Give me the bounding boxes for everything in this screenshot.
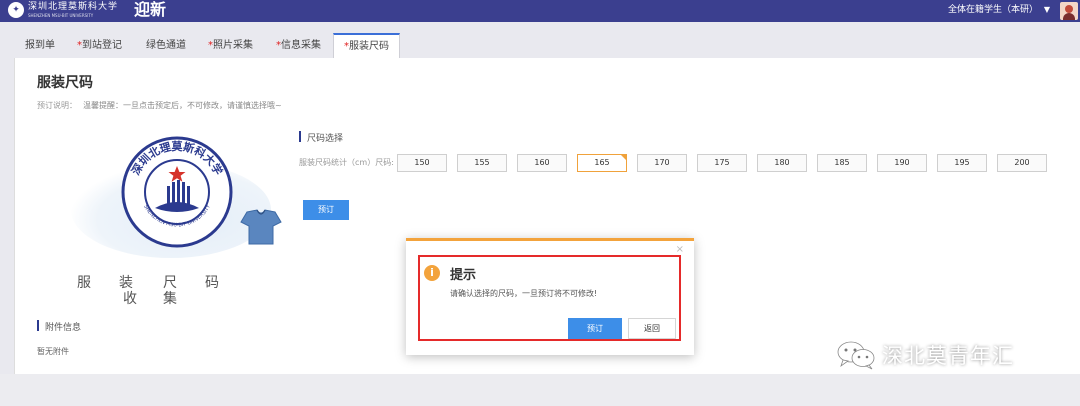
size-option-180[interactable]: 180: [757, 154, 807, 172]
size-option-170[interactable]: 170: [637, 154, 687, 172]
shirt-icon: [240, 209, 282, 245]
attachments-section-marker: [37, 320, 39, 331]
tab-clothing-size[interactable]: *服装尺码: [333, 33, 400, 60]
back-button[interactable]: 返回: [628, 318, 676, 339]
size-section-label: 尺码选择: [307, 134, 344, 144]
size-option-185[interactable]: 185: [817, 154, 867, 172]
info-warning-icon: i: [424, 265, 440, 281]
tab-green-channel[interactable]: 绿色通道: [146, 34, 186, 58]
size-option-175[interactable]: 175: [697, 154, 747, 172]
size-section-marker: [299, 131, 301, 142]
dialog-title: 提示: [450, 268, 477, 283]
logo-text: 深圳北理莫斯科大学: [28, 1, 119, 12]
size-options: 150 155 160 165 170 175 180 185 190 195 …: [397, 154, 1057, 172]
size-option-195[interactable]: 195: [937, 154, 987, 172]
banner-caption: 服 装 尺 码 收 集: [77, 275, 219, 307]
logo-subtext: SHENZHEN MSU-BIT UNIVERSITY: [28, 12, 94, 18]
size-option-155[interactable]: 155: [457, 154, 507, 172]
size-option-165[interactable]: 165: [577, 154, 627, 172]
tab-bar: 报到单 *到站登记 绿色通道 *照片采集 *信息采集 *服装尺码: [14, 33, 1080, 60]
size-option-190[interactable]: 190: [877, 154, 927, 172]
size-option-160[interactable]: 160: [517, 154, 567, 172]
page-title: 服装尺码: [37, 75, 93, 91]
clothing-size-banner: 深圳北理莫斯科大学 SHENZHEN MSU-BIT UNIVERSITY: [51, 130, 282, 260]
top-bar: ✦ 深圳北理莫斯科大学 SHENZHEN MSU-BIT UNIVERSITY …: [0, 0, 1080, 22]
size-option-150[interactable]: 150: [397, 154, 447, 172]
avatar[interactable]: [1060, 2, 1078, 20]
university-seal-icon: 深圳北理莫斯科大学 SHENZHEN MSU-BIT UNIVERSITY: [121, 136, 233, 248]
tab-arrival-registration[interactable]: *到站登记: [77, 34, 122, 58]
size-field-label: 服装尺码统计（cm）尺码:: [299, 158, 394, 167]
notice-text: 温馨提醒：一旦点击预定后，不可修改，请谨慎选择哦~: [83, 101, 282, 110]
confirm-reserve-button[interactable]: 预订: [568, 318, 622, 339]
university-logo[interactable]: ✦ 深圳北理莫斯科大学 SHENZHEN MSU-BIT UNIVERSITY: [8, 2, 118, 18]
wechat-watermark: 深北莫青年汇: [836, 340, 1014, 370]
confirm-dialog: × i 提示 请确认选择的尺码，一旦预订将不可修改! 预订 返回: [406, 238, 694, 355]
watermark-text: 深北莫青年汇: [882, 344, 1014, 368]
caret-down-icon[interactable]: ▼: [1044, 3, 1050, 17]
size-option-200[interactable]: 200: [997, 154, 1047, 172]
user-role-selector[interactable]: 全体在籍学生（本研）: [948, 4, 1038, 16]
dialog-message: 请确认选择的尺码，一旦预订将不可修改!: [450, 289, 598, 298]
page-footer-strip: [0, 374, 1080, 406]
tab-info-collection[interactable]: *信息采集: [276, 34, 321, 58]
wechat-icon: [837, 341, 875, 370]
reserve-button[interactable]: 预订: [303, 200, 349, 220]
university-emblem-icon: ✦: [8, 2, 24, 18]
app-title: 迎新: [134, 0, 167, 19]
attachments-section-label: 附件信息: [45, 323, 82, 333]
tab-photo-collection[interactable]: *照片采集: [208, 34, 253, 58]
no-attachments-text: 暂无附件: [37, 347, 69, 356]
notice-label: 预订说明：: [37, 101, 77, 110]
tab-registration-form[interactable]: 报到单: [25, 34, 55, 58]
dialog-highlight-frame: i 提示 请确认选择的尺码，一旦预订将不可修改! 预订 返回: [418, 255, 681, 341]
reservation-notice: 预订说明： 温馨提醒：一旦点击预定后，不可修改，请谨慎选择哦~: [37, 100, 282, 111]
